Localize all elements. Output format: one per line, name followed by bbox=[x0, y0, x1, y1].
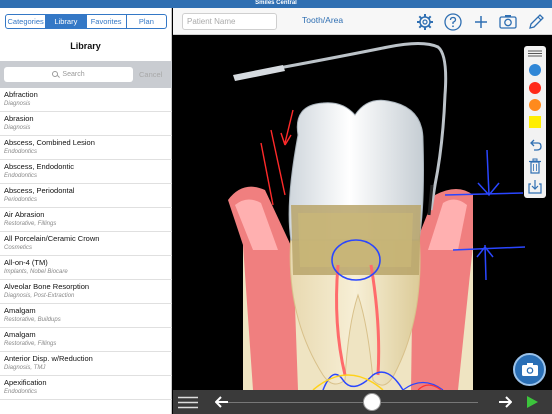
list-item-name: Alveolar Bone Resorption bbox=[4, 282, 90, 291]
color-red[interactable] bbox=[529, 82, 541, 94]
list-item[interactable]: Abfraction Diagnosis bbox=[0, 88, 172, 112]
list-item-category: Periodontics bbox=[4, 197, 38, 203]
play-icon[interactable] bbox=[525, 395, 539, 409]
sidebar-title: Library bbox=[70, 41, 101, 51]
frame-slider-track[interactable] bbox=[228, 402, 478, 403]
list-item-category: Endodontics bbox=[4, 173, 38, 179]
list-item-category: Endodontics bbox=[4, 149, 38, 155]
list-item-category: Restorative, Buildups bbox=[4, 317, 61, 323]
color-orange[interactable] bbox=[529, 99, 541, 111]
list-item-name: Abfraction bbox=[4, 90, 38, 99]
list-item-category: Diagnosis, TMJ bbox=[4, 365, 46, 371]
list-item-category: Diagnosis bbox=[4, 101, 31, 107]
library-list: Abfraction Diagnosis Abrasion Diagnosis Absc… bbox=[0, 88, 172, 400]
list-item-name: Abscess, Endodontic bbox=[4, 162, 75, 171]
list-item-category: Implants, Nobel Biocare bbox=[4, 269, 68, 275]
arrow-right-icon[interactable] bbox=[498, 396, 512, 408]
add-icon[interactable] bbox=[472, 13, 490, 31]
list-item-category: Endodontics bbox=[4, 389, 38, 395]
gear-icon[interactable] bbox=[416, 13, 434, 31]
list-item[interactable]: All-on-4 (TM) Implants, Nobel Biocare bbox=[0, 256, 172, 280]
list-item[interactable]: Abscess, Combined Lesion Endodontics bbox=[0, 136, 172, 160]
color-blue[interactable] bbox=[529, 64, 541, 76]
search-placeholder: Search bbox=[62, 71, 85, 78]
list-item-category: Diagnosis, Post-Extraction bbox=[4, 293, 75, 299]
list-item[interactable]: Apexification Endodontics bbox=[0, 376, 172, 400]
list-item-name: Anterior Disp. w/Reduction bbox=[4, 354, 93, 363]
tab-library[interactable]: Library bbox=[46, 15, 87, 28]
list-item-category: Cosmetics bbox=[4, 245, 33, 251]
menu-icon[interactable] bbox=[178, 396, 198, 409]
color-yellow[interactable] bbox=[529, 116, 541, 128]
capture-button[interactable] bbox=[513, 353, 546, 386]
list-item[interactable]: Amalgam Restorative, Fillings bbox=[0, 328, 172, 352]
drawing-canvas[interactable] bbox=[173, 35, 552, 390]
list-item-name: Abscess, Periodontal bbox=[4, 186, 75, 195]
frame-slider-knob[interactable] bbox=[363, 393, 381, 411]
list-item-name: Amalgam bbox=[4, 306, 36, 315]
cancel-button[interactable]: Cancel bbox=[139, 67, 162, 82]
tab-plan[interactable]: Plan bbox=[127, 15, 166, 28]
tooth-illustration bbox=[228, 42, 526, 390]
list-item-category: Restorative, Fillings bbox=[4, 341, 57, 347]
search-input[interactable]: Search bbox=[4, 67, 133, 82]
list-item-name: Amalgam bbox=[4, 330, 36, 339]
list-item-name: Abrasion bbox=[4, 114, 34, 123]
list-item-name: Apexification bbox=[4, 378, 47, 387]
list-item-name: Air Abrasion bbox=[4, 210, 45, 219]
camera-icon[interactable] bbox=[499, 13, 517, 31]
list-item[interactable]: Amalgam Restorative, Buildups bbox=[0, 304, 172, 328]
help-icon[interactable] bbox=[444, 13, 462, 31]
tab-favorites[interactable]: Favorites bbox=[87, 15, 127, 28]
app-titlebar: Smiles Central bbox=[0, 0, 552, 8]
list-item[interactable]: Abrasion Diagnosis bbox=[0, 112, 172, 136]
undo-icon[interactable] bbox=[528, 138, 542, 152]
app-title: Smiles Central bbox=[255, 0, 297, 6]
list-item-name: All-on-4 (TM) bbox=[4, 258, 48, 267]
bottom-bar bbox=[173, 390, 552, 414]
tab-categories[interactable]: Categories bbox=[6, 15, 47, 28]
main-toolbar: Patient Name Tooth/Area bbox=[173, 8, 552, 35]
list-item[interactable]: Abscess, Periodontal Periodontics bbox=[0, 184, 172, 208]
save-icon[interactable] bbox=[528, 179, 542, 194]
list-item[interactable]: Alveolar Bone Resorption Diagnosis, Post-… bbox=[0, 280, 172, 304]
camera-capture-icon bbox=[522, 363, 538, 376]
palette-handle-icon[interactable] bbox=[527, 49, 543, 57]
patient-name-field[interactable]: Patient Name bbox=[182, 13, 277, 30]
sidebar: Categories Library Favorites Plan Librar… bbox=[0, 8, 172, 414]
list-item-name: All Porcelain/Ceramic Crown bbox=[4, 234, 100, 243]
arrow-left-icon[interactable] bbox=[215, 396, 229, 408]
list-item[interactable]: Air Abrasion Restorative, Fillings bbox=[0, 208, 172, 232]
tooth-area-title[interactable]: Tooth/Area bbox=[302, 15, 343, 25]
search-icon bbox=[52, 71, 59, 77]
list-item-category: Restorative, Fillings bbox=[4, 221, 57, 227]
list-item[interactable]: All Porcelain/Ceramic Crown Cosmetics bbox=[0, 232, 172, 256]
trash-icon[interactable] bbox=[528, 158, 542, 174]
search-bar: Search Cancel bbox=[0, 61, 172, 88]
list-item-category: Diagnosis bbox=[4, 125, 31, 131]
list-item[interactable]: Abscess, Endodontic Endodontics bbox=[0, 160, 172, 184]
list-item-name: Abscess, Combined Lesion bbox=[4, 138, 95, 147]
drawing-palette bbox=[524, 46, 546, 198]
segmented-control: Categories Library Favorites Plan bbox=[5, 14, 167, 29]
pencil-icon[interactable] bbox=[527, 13, 545, 31]
list-item[interactable]: Anterior Disp. w/Reduction Diagnosis, TMJ bbox=[0, 352, 172, 376]
